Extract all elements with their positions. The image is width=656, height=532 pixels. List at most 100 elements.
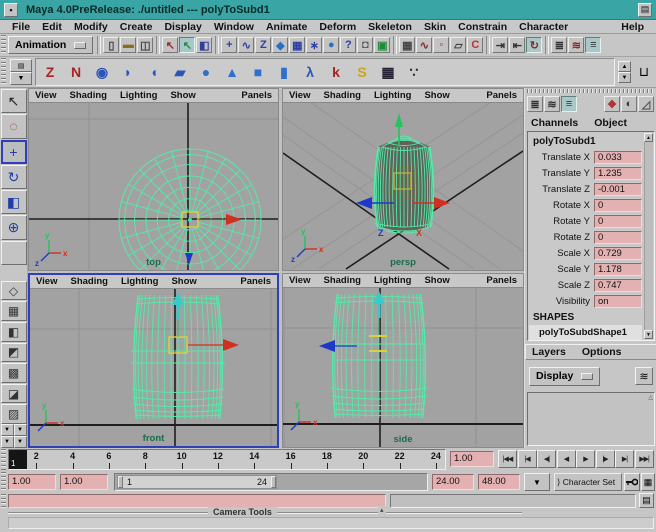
mask-handles-icon[interactable]: ● (323, 37, 339, 53)
scale-tool-icon[interactable]: ◧ (1, 190, 27, 214)
menu-modify[interactable]: Modify (68, 21, 114, 33)
nurbs-cylinder-icon[interactable]: ▮ (272, 60, 296, 84)
snap-view-plane-icon[interactable]: ▱ (450, 37, 466, 53)
ik-spline-tool-icon[interactable]: S (350, 60, 374, 84)
show-manipulator-tool-icon[interactable]: ⊕ (1, 215, 27, 239)
shape-node-name[interactable]: polyToSubdShape1 (529, 325, 642, 340)
mask-misc-icon[interactable]: ? (340, 37, 356, 53)
layout-persp-graph-icon[interactable]: ◩ (1, 343, 27, 363)
menu-display[interactable]: Display (158, 21, 207, 33)
construction-history-icon[interactable]: ↻ (526, 37, 542, 53)
channel-value-field[interactable]: 0 (594, 231, 642, 244)
nurbs-cube-icon[interactable]: ■ (246, 60, 270, 84)
mask-faces-icon[interactable]: ◆ (272, 37, 288, 53)
vp-menu-panels[interactable]: Panels (240, 276, 271, 287)
layout-four-view-icon[interactable]: ▦ (1, 301, 27, 321)
loft-icon[interactable]: ◗ (116, 60, 140, 84)
pencil-curve-tool-icon[interactable]: N (64, 60, 88, 84)
layout-menu-icon[interactable]: ▼ (1, 436, 14, 448)
current-time-field[interactable]: 1.00 (450, 451, 494, 467)
play-backwards-button[interactable]: ◀ (557, 450, 576, 468)
vp-menu-show[interactable]: Show (424, 275, 449, 286)
viewport-top-canvas[interactable]: yxz (29, 103, 278, 270)
menu-character[interactable]: Character (513, 21, 574, 33)
select-by-object-icon[interactable]: ↖ (179, 37, 195, 53)
play-forwards-button[interactable]: ▶ (576, 450, 595, 468)
playback-start-field[interactable]: 1.00 (60, 474, 108, 490)
nurbs-sphere-icon[interactable]: ● (194, 60, 218, 84)
range-start-handle[interactable] (118, 476, 123, 488)
lattice-icon[interactable]: ▦ (376, 60, 400, 84)
menu-deform[interactable]: Deform (313, 21, 362, 33)
menu-animate[interactable]: Animate (260, 21, 313, 33)
layout-hypershade-persp-icon[interactable]: ▩ (1, 363, 27, 383)
channel-box-scrollbar[interactable]: ▲ ▼ (644, 133, 653, 339)
vp-menu-view[interactable]: View (36, 276, 57, 287)
output-connections-icon[interactable]: ⇤ (509, 37, 525, 53)
title-bar[interactable]: ▪ Maya 4.0PreRelease: ./untitled --- pol… (0, 0, 656, 20)
toolbar-separator[interactable] (97, 36, 101, 54)
channel-value-field[interactable]: 0.033 (594, 151, 642, 164)
step-back-frame-button[interactable]: |◀ (518, 450, 537, 468)
snap-point-icon[interactable]: ◦ (433, 37, 449, 53)
menu-skin[interactable]: Skin (418, 21, 452, 33)
highlight-selection-icon[interactable]: ▣ (374, 37, 390, 53)
lock-icon[interactable]: ◘ (357, 37, 373, 53)
layout-persp-outliner-icon[interactable]: ◧ (1, 322, 27, 342)
vp-menu-show[interactable]: Show (424, 90, 449, 101)
move-tool-icon[interactable]: + (1, 140, 27, 164)
make-live-icon[interactable]: C (467, 37, 483, 53)
lasso-tool-icon[interactable]: ◌ (1, 114, 27, 138)
particle-tool-icon[interactable]: ∵ (402, 60, 426, 84)
channel-value-field[interactable]: 0 (594, 199, 642, 212)
vp-menu-lighting[interactable]: Lighting (120, 90, 157, 101)
time-slider-handle[interactable] (1, 449, 6, 470)
vp-menu-show[interactable]: Show (170, 90, 195, 101)
layers-menu-options[interactable]: Options (582, 346, 622, 358)
mask-lines-icon[interactable]: Z (255, 37, 271, 53)
layers-menu-layers[interactable]: Layers (532, 346, 566, 358)
layers-list[interactable]: △ (527, 392, 655, 446)
vp-menu-lighting[interactable]: Lighting (374, 275, 411, 286)
rotate-tool-icon[interactable]: ↻ (1, 165, 27, 189)
mask-hulls-icon[interactable]: ▦ (289, 37, 305, 53)
viewport-front-canvas[interactable]: yx (30, 289, 277, 446)
status-line-handle[interactable] (1, 35, 6, 55)
time-slider[interactable]: 1 24681012141618202224 (8, 449, 446, 470)
vp-menu-show[interactable]: Show (171, 276, 196, 287)
command-line-input[interactable] (8, 494, 386, 508)
trash-icon[interactable]: ⊔ (635, 61, 653, 83)
mask-curves-icon[interactable]: ∿ (238, 37, 254, 53)
vp-menu-panels[interactable]: Panels (241, 90, 272, 101)
vp-menu-view[interactable]: View (35, 90, 56, 101)
scroll-up-icon[interactable]: ▲ (644, 133, 653, 142)
toolbar-separator[interactable] (393, 36, 397, 54)
last-tool-icon[interactable] (1, 241, 27, 265)
toolbar-separator[interactable] (545, 36, 549, 54)
shelf-menu-arrow-icon[interactable]: ▼ (10, 72, 32, 85)
planar-icon[interactable]: ▰ (168, 60, 192, 84)
shelf-handle[interactable] (1, 58, 6, 86)
channel-box-menu-channels[interactable]: Channels (531, 117, 578, 129)
display-menu-button[interactable]: Display (529, 367, 600, 386)
titlebar-page-icon[interactable]: ▤ (638, 3, 652, 17)
joint-tool-icon[interactable]: λ (298, 60, 322, 84)
ep-curve-tool-icon[interactable]: Z (38, 60, 62, 84)
toolbar-separator[interactable] (156, 36, 160, 54)
menu-file[interactable]: File (6, 21, 36, 33)
script-editor-icon[interactable]: ▤ (639, 493, 654, 508)
shelf-tab-icon[interactable]: ▤ (10, 59, 32, 72)
layout-menu-icon[interactable]: ▼ (14, 424, 27, 436)
input-connections-icon[interactable]: ⇥ (492, 37, 508, 53)
extrude-icon[interactable]: ◖ (142, 60, 166, 84)
viewport-persp[interactable]: ViewShadingLightingShowPanels ZXyxz pers… (282, 88, 524, 271)
playback-options-icon[interactable]: ▼ (524, 473, 550, 491)
shelf-scroll-up-icon[interactable]: ▲ (618, 61, 631, 72)
mask-points-icon[interactable]: + (221, 37, 237, 53)
mask-pivots-icon[interactable]: ∗ (306, 37, 322, 53)
range-slider-handle[interactable] (1, 472, 6, 492)
channel-layers-split-icon[interactable]: ≋ (544, 96, 560, 112)
show-channel-box-icon[interactable]: ≡ (585, 37, 601, 53)
menu-skeleton[interactable]: Skeleton (362, 21, 418, 33)
vp-menu-view[interactable]: View (289, 90, 310, 101)
